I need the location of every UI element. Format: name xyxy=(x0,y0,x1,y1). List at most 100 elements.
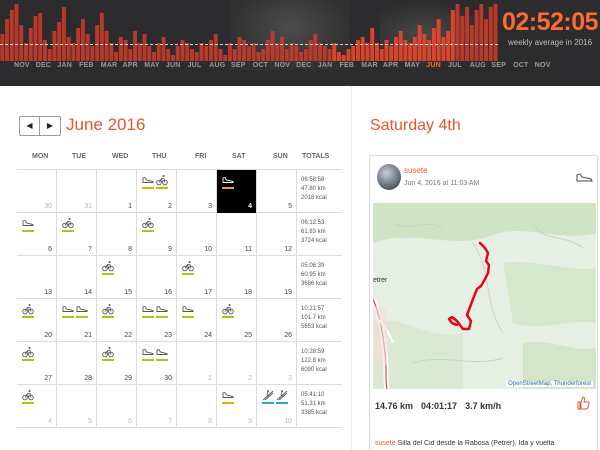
like-thumb-icon[interactable] xyxy=(576,396,590,415)
activity-card[interactable]: susete Jun 4, 2016 at 11:03 AM etrer Ope… xyxy=(369,155,598,450)
weekly-bar[interactable] xyxy=(450,10,455,61)
weekly-bar[interactable] xyxy=(327,49,332,61)
weekly-bar[interactable] xyxy=(275,43,280,61)
hiking-shoe-icon[interactable] xyxy=(142,346,154,361)
weekly-bar[interactable] xyxy=(365,43,370,61)
cycling-icon[interactable] xyxy=(22,303,34,318)
cycling-icon[interactable] xyxy=(182,260,194,275)
hiking-shoe-icon[interactable] xyxy=(22,217,34,232)
weekly-bar[interactable] xyxy=(479,4,484,61)
weekly-bar[interactable] xyxy=(71,43,76,61)
weekly-bar[interactable] xyxy=(156,43,161,61)
calendar-day[interactable]: 29 xyxy=(97,342,137,385)
calendar-day[interactable]: 4 xyxy=(17,385,57,428)
calendar-day[interactable]: 2 xyxy=(217,342,257,385)
weekly-bar[interactable] xyxy=(85,34,90,61)
cycling-icon[interactable] xyxy=(142,217,154,232)
calendar-day[interactable]: 5 xyxy=(257,170,297,213)
activity-title[interactable]: susete Silla del Cid desde la Rabosa (Pe… xyxy=(375,440,597,447)
calendar-day[interactable]: 8 xyxy=(177,385,217,428)
weekly-bar[interactable] xyxy=(460,16,465,61)
calendar-day[interactable]: 13 xyxy=(17,256,57,299)
weekly-bar[interactable] xyxy=(104,31,109,61)
weekly-bar[interactable] xyxy=(227,43,232,61)
calendar-day[interactable]: 27 xyxy=(17,342,57,385)
calendar-day[interactable]: 11 xyxy=(217,213,257,256)
weekly-bar[interactable] xyxy=(455,4,460,61)
weekly-bar[interactable] xyxy=(166,49,171,61)
cycling-icon[interactable] xyxy=(22,346,34,361)
calendar-day[interactable]: 17 xyxy=(177,256,217,299)
calendar-day[interactable]: 10 xyxy=(257,385,297,428)
weekly-bar[interactable] xyxy=(118,37,123,61)
cycling-icon[interactable] xyxy=(102,303,114,318)
weekly-bar[interactable] xyxy=(379,49,384,61)
cycling-icon[interactable] xyxy=(222,303,234,318)
hiking-shoe-icon[interactable] xyxy=(156,303,168,318)
weekly-bar[interactable] xyxy=(19,25,24,61)
weekly-bar[interactable] xyxy=(341,55,346,61)
weekly-bar[interactable] xyxy=(374,43,379,61)
calendar-day[interactable]: 28 xyxy=(57,342,97,385)
weekly-bar[interactable] xyxy=(161,37,166,61)
weekly-bar[interactable] xyxy=(142,34,147,61)
prev-month-button[interactable]: ◀ xyxy=(20,117,40,135)
calendar-day[interactable]: 30 xyxy=(137,342,177,385)
weekly-bar[interactable] xyxy=(147,46,152,61)
weekly-bar[interactable] xyxy=(446,31,451,61)
weekly-bar[interactable] xyxy=(175,46,180,61)
weekly-bar[interactable] xyxy=(436,19,441,61)
weekly-bar[interactable] xyxy=(488,7,493,61)
activity-username[interactable]: susete xyxy=(404,166,428,175)
calendar-day[interactable]: 5 xyxy=(57,385,97,428)
weekly-bar[interactable] xyxy=(484,19,489,61)
calendar-day[interactable]: 16 xyxy=(137,256,177,299)
weekly-bar[interactable] xyxy=(417,25,422,61)
weekly-bar[interactable] xyxy=(412,37,417,61)
weekly-bar[interactable] xyxy=(38,13,43,61)
weekly-bar[interactable] xyxy=(337,52,341,61)
weekly-bar[interactable] xyxy=(422,34,427,61)
weekly-bar[interactable] xyxy=(128,49,133,61)
skiing-icon[interactable] xyxy=(262,389,274,404)
hiking-shoe-icon[interactable] xyxy=(142,303,154,318)
weekly-bar[interactable] xyxy=(322,46,327,61)
calendar-day[interactable]: 6 xyxy=(17,213,57,256)
cycling-icon[interactable] xyxy=(102,346,114,361)
map-attribution-link[interactable]: OpenStreetMap, Thunderforest xyxy=(506,381,593,387)
weekly-bar[interactable] xyxy=(280,37,285,61)
calendar-day[interactable]: 12 xyxy=(257,213,297,256)
weekly-bar[interactable] xyxy=(52,31,57,61)
next-month-button[interactable]: ▶ xyxy=(40,117,60,135)
calendar-day[interactable]: 2 xyxy=(137,170,177,213)
hiking-shoe-icon[interactable] xyxy=(142,174,154,189)
weekly-bar[interactable] xyxy=(299,52,304,61)
weekly-bar[interactable] xyxy=(270,31,275,61)
weekly-bar[interactable] xyxy=(57,22,62,61)
weekly-bar[interactable] xyxy=(5,19,9,61)
calendar-day[interactable]: 9 xyxy=(137,213,177,256)
calendar-day[interactable]: 19 xyxy=(257,256,297,299)
avatar[interactable] xyxy=(377,164,401,190)
weekly-bar[interactable] xyxy=(14,4,19,61)
calendar-day-selected[interactable]: 4 xyxy=(217,170,257,213)
weekly-bar[interactable] xyxy=(351,46,356,61)
weekly-bar[interactable] xyxy=(194,52,199,61)
weekly-bar[interactable] xyxy=(251,43,256,61)
weekly-bar[interactable] xyxy=(294,46,299,61)
weekly-bar[interactable] xyxy=(47,49,52,61)
activity-title-user[interactable]: susete xyxy=(375,440,396,447)
weekly-bar[interactable] xyxy=(223,55,228,61)
calendar-day[interactable]: 3 xyxy=(177,170,217,213)
calendar-day[interactable]: 20 xyxy=(17,299,57,342)
weekly-bar[interactable] xyxy=(360,37,365,61)
weekly-bar[interactable] xyxy=(261,49,266,61)
weekly-bar[interactable] xyxy=(289,43,294,61)
weekly-bar[interactable] xyxy=(204,46,209,61)
weekly-bar[interactable] xyxy=(99,13,104,61)
weekly-bar[interactable] xyxy=(256,52,261,61)
calendar-day[interactable]: 10 xyxy=(177,213,217,256)
weekly-bar[interactable] xyxy=(493,4,498,61)
weekly-bar[interactable] xyxy=(33,16,38,61)
calendar-day[interactable]: 15 xyxy=(97,256,137,299)
